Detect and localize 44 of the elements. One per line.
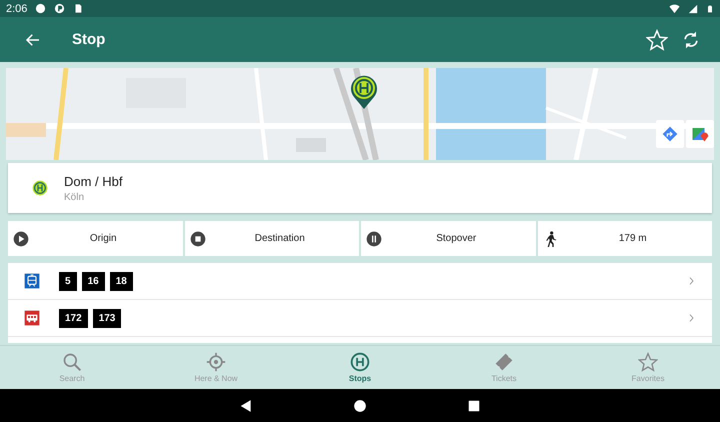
battery-icon [706, 2, 714, 14]
map-pin-icon [691, 125, 709, 143]
ticket-icon [494, 352, 514, 372]
home-icon[interactable] [353, 398, 367, 412]
crosshair-icon [206, 352, 226, 372]
line-row[interactable]: 172 173 [8, 300, 712, 337]
bus-icon [24, 310, 40, 326]
stop-place: Köln [64, 192, 86, 202]
chevron-right-icon [687, 275, 696, 287]
clock: 2:06 [6, 2, 28, 14]
chevron-right-icon [687, 312, 696, 324]
stop-icon [190, 230, 206, 246]
line-number: 173 [92, 308, 122, 328]
stop-marker-icon[interactable] [349, 74, 379, 110]
walk-button[interactable]: 179 m [538, 221, 712, 256]
stopover-button[interactable]: Stopover [361, 221, 536, 256]
screen-title: Stop [72, 31, 106, 48]
line-number: 172 [59, 308, 88, 328]
play-icon [13, 230, 29, 246]
star-icon [638, 352, 658, 372]
stop-sign-icon [350, 352, 370, 372]
stop-name: Dom / Hbf [64, 174, 123, 188]
origin-button[interactable]: Origin [8, 221, 182, 256]
star-icon[interactable] [646, 28, 668, 50]
line-number: 5 [59, 272, 77, 290]
tram-icon [24, 273, 40, 289]
signal-icon [688, 4, 698, 14]
notification-icon [54, 3, 66, 14]
search-icon [62, 352, 82, 372]
maps-app-button[interactable] [686, 120, 714, 148]
destination-button[interactable]: Destination [184, 221, 359, 256]
sd-card-icon [73, 3, 84, 14]
turn-arrow-icon [662, 126, 678, 142]
nav-tab[interactable]: Stops [288, 346, 432, 389]
wifi-icon [669, 3, 680, 14]
pause-icon [366, 230, 382, 246]
line-number: 18 [110, 272, 133, 290]
line-row[interactable]: 5 16 18 [8, 263, 712, 300]
directions-button[interactable] [656, 120, 684, 148]
line-number: 16 [82, 272, 105, 290]
notification-icon [35, 3, 46, 14]
back-icon[interactable] [239, 398, 253, 412]
stop-sign-icon [32, 180, 48, 196]
recents-icon[interactable] [467, 398, 481, 412]
